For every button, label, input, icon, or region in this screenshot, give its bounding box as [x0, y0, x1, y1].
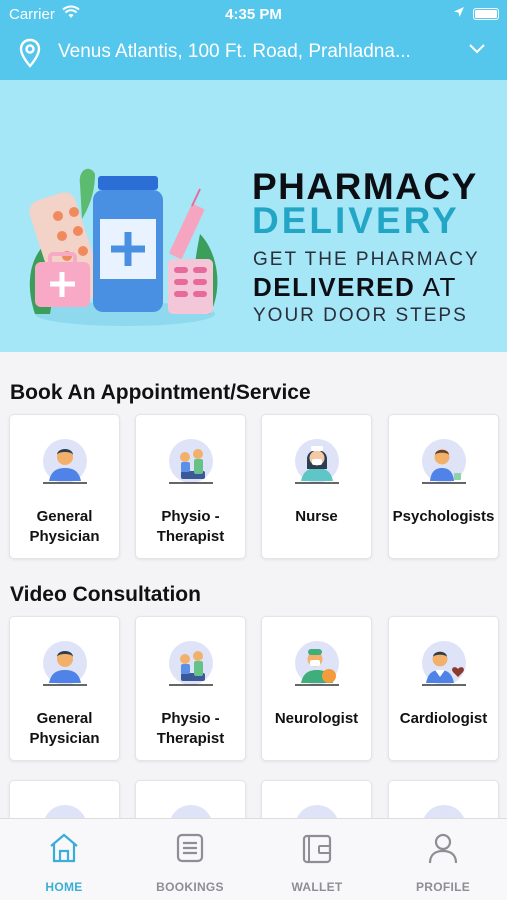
card-label: Neurologist	[274, 710, 359, 727]
video-card-neurologist[interactable]: Neurologist	[261, 616, 372, 761]
doctor-avatar-icon	[43, 641, 87, 686]
bottom-tab-bar: HOME BOOKINGS WALLET PROFILE	[0, 818, 507, 900]
pharmacy-illustration	[29, 168, 218, 326]
location-bar[interactable]: Venus Atlantis, 100 Ft. Road, Prahladna.…	[0, 28, 507, 80]
tab-home[interactable]: HOME	[1, 819, 127, 900]
physio-avatar-icon	[169, 439, 213, 484]
status-bar: Carrier 4:35 PM	[0, 0, 507, 28]
card-label: Nurse	[295, 508, 338, 525]
book-card-psychologists[interactable]: Psychologists	[388, 414, 499, 559]
location-arrow-icon	[454, 7, 464, 17]
banner-subtitle-line2: DELIVERED AT	[253, 272, 457, 303]
wallet-icon	[302, 834, 332, 864]
location-pin-icon	[19, 38, 41, 68]
location-address[interactable]: Venus Atlantis, 100 Ft. Road, Prahladna.…	[58, 41, 458, 63]
tab-wallet[interactable]: WALLET	[254, 819, 380, 900]
status-time: 4:35 PM	[225, 6, 282, 23]
book-card-physio-therapist[interactable]: Physio - Therapist	[135, 414, 246, 559]
tab-bookings[interactable]: BOOKINGS	[127, 819, 253, 900]
home-icon	[50, 833, 78, 863]
video-card-general-physician[interactable]: General Physician	[9, 616, 120, 761]
book-card-general-physician[interactable]: General Physician	[9, 414, 120, 559]
neurologist-avatar-icon	[295, 641, 339, 686]
tab-label: PROFILE	[415, 880, 471, 894]
banner-title-delivery: DELIVERY	[252, 200, 460, 241]
card-label: General Physician	[29, 508, 100, 545]
book-card-nurse[interactable]: Nurse	[261, 414, 372, 559]
profile-icon	[428, 833, 458, 864]
bookings-icon	[176, 833, 204, 863]
chevron-down-icon[interactable]	[469, 44, 485, 54]
tab-label: WALLET	[291, 880, 343, 894]
card-label: Physio - Therapist	[156, 710, 225, 747]
banner-subtitle-at: AT	[415, 272, 457, 302]
banner-wave	[0, 342, 507, 352]
tab-label: HOME	[45, 880, 83, 894]
tab-label: BOOKINGS	[156, 880, 224, 894]
video-card-cardiologist[interactable]: Cardiologist	[388, 616, 499, 761]
physio-avatar-icon	[169, 641, 213, 686]
pharmacy-delivery-banner[interactable]: PHARMACY DELIVERY GET THE PHARMACY DELIV…	[0, 80, 507, 352]
cardiologist-avatar-icon	[422, 641, 466, 686]
card-label: General Physician	[29, 710, 100, 747]
banner-subtitle-line3: YOUR DOOR STEPS	[253, 305, 468, 326]
doctor-avatar-icon	[43, 439, 87, 484]
section-title-book: Book An Appointment/Service	[10, 381, 311, 404]
card-label: Physio - Therapist	[156, 508, 225, 545]
tab-profile[interactable]: PROFILE	[380, 819, 506, 900]
banner-subtitle-delivered: DELIVERED	[253, 272, 416, 302]
battery-icon	[473, 8, 499, 20]
banner-subtitle-line1: GET THE PHARMACY	[253, 249, 480, 270]
card-label: Psychologists	[392, 508, 495, 525]
nurse-avatar-icon	[295, 439, 339, 484]
section-title-video: Video Consultation	[10, 583, 201, 606]
card-label: Cardiologist	[399, 710, 488, 727]
psychologist-avatar-icon	[422, 439, 466, 484]
video-card-physio-therapist[interactable]: Physio - Therapist	[135, 616, 246, 761]
